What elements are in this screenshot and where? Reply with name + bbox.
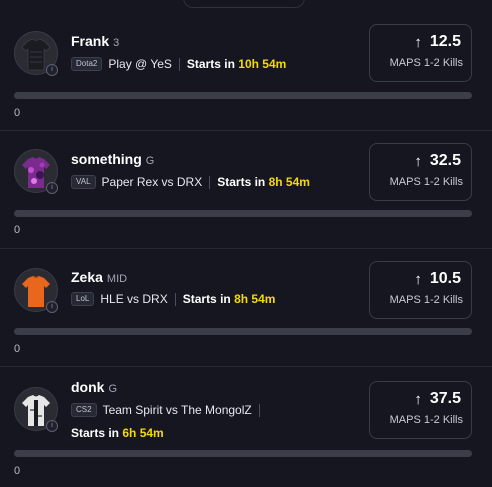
info-icon[interactable]: i — [46, 64, 58, 76]
bet-label: MAPS 1-2 Kills — [389, 176, 463, 188]
match-name: HLE vs DRX — [100, 292, 168, 306]
match-name: Paper Rex vs DRX — [101, 175, 203, 189]
separator — [178, 57, 180, 71]
progress-bar — [14, 450, 472, 457]
bet-value: ↑ 37.5 — [414, 390, 461, 408]
match-info: CS2 Team Spirit vs The MongolZ — [71, 403, 267, 417]
progress-bar — [14, 92, 472, 99]
bet-value: ↑ 12.5 — [414, 33, 461, 51]
progress-count: 0 — [14, 107, 21, 119]
bet-value: ↑ 32.5 — [414, 152, 461, 170]
match-info: LoL HLE vs DRX Starts in 8h 54m — [71, 292, 275, 306]
match-info: Dota2 Play @ YeS Starts in 10h 54m — [71, 57, 286, 71]
player-position: MID — [106, 273, 128, 285]
info-icon[interactable]: i — [46, 301, 58, 313]
bet-label: MAPS 1-2 Kills — [389, 294, 463, 306]
start-time: Starts in 6h 54m — [71, 426, 164, 440]
separator — [174, 292, 176, 306]
arrow-up-icon: ↑ — [414, 390, 422, 408]
arrow-up-icon: ↑ — [414, 33, 422, 51]
game-badge: Dota2 — [71, 57, 103, 71]
info-icon[interactable]: i — [46, 182, 58, 194]
bet-label: MAPS 1-2 Kills — [389, 414, 463, 426]
bet-value: ↑ 10.5 — [414, 270, 461, 288]
start-time-row: Starts in 6h 54m — [71, 426, 164, 440]
bet-line-button[interactable]: ↑ 37.5 MAPS 1-2 Kills — [369, 381, 472, 439]
player-name: donk G — [71, 379, 118, 395]
progress-count: 0 — [14, 343, 21, 355]
divider — [0, 248, 492, 249]
player-position: G — [108, 383, 118, 395]
divider — [0, 366, 492, 367]
player-name: something G — [71, 151, 155, 167]
game-badge: CS2 — [71, 403, 97, 417]
progress-count: 0 — [14, 224, 21, 236]
game-badge: VAL — [71, 175, 96, 189]
match-name: Play @ YeS — [108, 57, 172, 71]
progress-count: 0 — [14, 465, 21, 477]
panel-handle — [183, 0, 305, 8]
game-badge: LoL — [71, 292, 95, 306]
start-time: Starts in 8h 54m — [217, 175, 310, 189]
match-info: VAL Paper Rex vs DRX Starts in 8h 54m — [71, 175, 310, 189]
bet-line-button[interactable]: ↑ 32.5 MAPS 1-2 Kills — [369, 143, 472, 201]
info-icon[interactable]: i — [46, 420, 58, 432]
player-name: Frank 3 — [71, 33, 120, 49]
start-time: Starts in 10h 54m — [186, 57, 287, 71]
separator — [209, 175, 211, 189]
bet-label: MAPS 1-2 Kills — [389, 57, 463, 69]
arrow-up-icon: ↑ — [414, 152, 422, 170]
separator — [258, 403, 260, 417]
bet-line-button[interactable]: ↑ 10.5 MAPS 1-2 Kills — [369, 261, 472, 319]
arrow-up-icon: ↑ — [414, 270, 422, 288]
player-position: G — [145, 155, 155, 167]
player-position: 3 — [113, 37, 120, 49]
progress-bar — [14, 210, 472, 217]
bet-line-button[interactable]: ↑ 12.5 MAPS 1-2 Kills — [369, 24, 472, 82]
progress-bar — [14, 328, 472, 335]
player-name: Zeka MID — [71, 269, 128, 285]
match-name: Team Spirit vs The MongolZ — [102, 403, 252, 417]
start-time: Starts in 8h 54m — [182, 292, 276, 306]
divider — [0, 130, 492, 131]
